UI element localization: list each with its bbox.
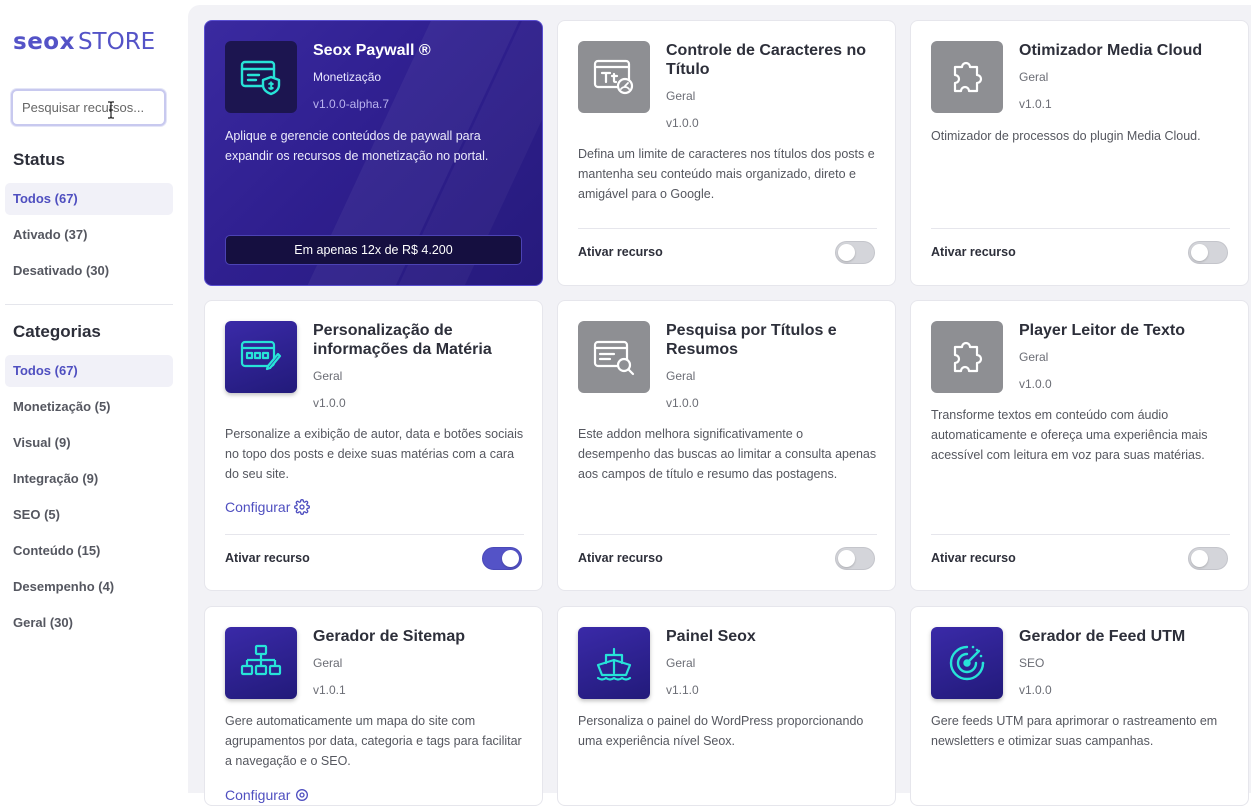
category-filter-conteudo[interactable]: Conteúdo (15)	[5, 535, 173, 567]
addon-card-title-character-control: Controle de Caracteres no Título Geral v…	[557, 20, 896, 286]
category-filter-visual[interactable]: Visual (9)	[5, 427, 173, 459]
configure-link[interactable]: Configurar	[225, 787, 310, 803]
addon-title: Seox Paywall ®	[313, 42, 431, 59]
sidebar-divider	[5, 304, 173, 305]
addon-description: Personaliza o painel do WordPress propor…	[578, 714, 864, 748]
configure-label: Configurar	[225, 499, 291, 515]
activate-label: Ativar recurso	[931, 551, 1016, 565]
addon-category: Geral	[666, 89, 696, 103]
target-icon	[931, 627, 1003, 699]
activate-toggle[interactable]	[835, 241, 875, 264]
search-input[interactable]	[11, 89, 166, 126]
addon-card-text-reader-player: Player Leitor de Texto Geral v1.0.0 Tran…	[910, 300, 1249, 591]
activate-toggle[interactable]	[1188, 547, 1228, 570]
categories-heading: Categorias	[13, 322, 101, 341]
addon-description: Transforme textos em conteúdo com áudio …	[931, 408, 1208, 462]
addon-card-media-cloud-optimizer: Otimizador Media Cloud Geral v1.0.1 Otim…	[910, 20, 1249, 286]
card-divider	[931, 228, 1230, 229]
addon-card-utm-feed-generator: Gerador de Feed UTM SEO v1.0.0 Gere feed…	[910, 606, 1249, 806]
addon-card-seox-panel: Painel Seox Geral v1.1.0 Personaliza o p…	[557, 606, 896, 806]
addon-version: v1.0.0	[1019, 377, 1052, 391]
puzzle-icon	[931, 41, 1003, 113]
activate-toggle[interactable]	[482, 547, 522, 570]
addon-title: Personalização de informações da Matéria	[313, 322, 492, 358]
addon-title: Gerador de Feed UTM	[1019, 628, 1186, 645]
brand-logo[interactable]: seox STORE	[13, 28, 155, 55]
addon-title: Player Leitor de Texto	[1019, 322, 1185, 339]
status-filter-enabled[interactable]: Ativado (37)	[5, 219, 173, 251]
addon-title: Pesquisa por Títulos e Resumos	[666, 322, 837, 358]
card-divider	[578, 228, 877, 229]
addon-category: Geral	[1019, 350, 1049, 364]
price-button[interactable]: Em apenas 12x de R$ 4.200	[225, 235, 522, 265]
addon-category: Monetização	[313, 70, 382, 84]
status-filter-disabled[interactable]: Desativado (30)	[5, 255, 173, 287]
card-divider	[578, 534, 877, 535]
addon-description: Este addon melhora significativamente o …	[578, 427, 877, 481]
gear-icon	[294, 499, 311, 515]
addon-version: v1.1.0	[666, 683, 699, 697]
addon-category: Geral	[666, 656, 696, 670]
category-filter-all[interactable]: Todos (67)	[5, 355, 173, 387]
addon-card-title-summary-search: Pesquisa por Títulos e Resumos Geral v1.…	[557, 300, 896, 591]
addon-description: Gere feeds UTM para aprimorar o rastream…	[931, 714, 1218, 748]
category-filter-desempenho[interactable]: Desempenho (4)	[5, 571, 173, 603]
activate-label: Ativar recurso	[225, 551, 310, 565]
gear-icon	[296, 789, 309, 801]
status-heading: Status	[13, 150, 65, 169]
addon-category: Geral	[313, 369, 343, 383]
addon-description: Gere automaticamente um mapa do site com…	[225, 714, 522, 768]
category-filter-monetizacao[interactable]: Monetização (5)	[5, 391, 173, 423]
layout-brush-icon	[225, 321, 297, 393]
activate-label: Ativar recurso	[578, 551, 663, 565]
sidebar: seoxSTORE Status Todos (67) Ativado (37)…	[0, 0, 188, 793]
activate-toggle[interactable]	[1188, 241, 1228, 264]
card-divider	[225, 534, 524, 535]
status-filter-all[interactable]: Todos (67)	[5, 183, 173, 215]
addon-category: SEO	[1019, 656, 1045, 670]
addon-title: Gerador de Sitemap	[313, 628, 466, 645]
addon-title: Painel Seox	[666, 628, 756, 645]
sitemap-icon	[225, 627, 297, 699]
activate-toggle[interactable]	[835, 547, 875, 570]
category-filter-integracao[interactable]: Integração (9)	[5, 463, 173, 495]
addon-category: Geral	[313, 656, 343, 670]
addon-description: Aplique e gerencie conteúdos de paywall …	[225, 129, 489, 163]
addon-description: Otimizador de processos do plugin Media …	[931, 129, 1201, 143]
ship-icon	[578, 627, 650, 699]
addon-version: v1.0.0	[1019, 683, 1052, 697]
card-divider	[931, 534, 1230, 535]
category-filter-geral[interactable]: Geral (30)	[5, 607, 173, 639]
configure-link[interactable]: Configurar	[225, 499, 311, 515]
activate-label: Ativar recurso	[931, 245, 1016, 259]
addon-version: v1.0.0	[313, 396, 346, 410]
brand-logo-part2: STORE	[77, 29, 156, 55]
addon-version: v1.0.0-alpha.7	[313, 97, 390, 111]
addon-category: Geral	[666, 369, 696, 383]
text-cursor-icon	[108, 101, 114, 119]
puzzle-icon	[931, 321, 1003, 393]
addon-description: Defina um limite de caracteres nos títul…	[578, 147, 875, 201]
addons-grid: Seox Paywall ® Monetização v1.0.0-alpha.…	[188, 5, 1251, 806]
paywall-icon	[225, 41, 297, 113]
addon-card-article-info-customization: Personalização de informações da Matéria…	[204, 300, 543, 591]
activate-label: Ativar recurso	[578, 245, 663, 259]
addon-version: v1.0.0	[666, 396, 699, 410]
addon-version: v1.0.1	[313, 683, 346, 697]
category-filter-seo[interactable]: SEO (5)	[5, 499, 173, 531]
addon-title: Controle de Caracteres no Título	[666, 42, 867, 78]
brand-logo-part1: seox	[13, 29, 75, 55]
addon-version: v1.0.0	[666, 116, 699, 130]
search-doc-icon	[578, 321, 650, 393]
addon-category: Geral	[1019, 70, 1049, 84]
addon-card-sitemap-generator: Gerador de Sitemap Geral v1.0.1 Gere aut…	[204, 606, 543, 806]
addon-title: Otimizador Media Cloud	[1019, 42, 1203, 59]
title-counter-icon	[578, 41, 650, 113]
addon-version: v1.0.1	[1019, 97, 1052, 111]
configure-label: Configurar	[225, 787, 291, 803]
addon-description: Personalize a exibição de autor, data e …	[225, 427, 524, 481]
addon-card-seox-paywall[interactable]: Seox Paywall ® Monetização v1.0.0-alpha.…	[204, 20, 543, 286]
